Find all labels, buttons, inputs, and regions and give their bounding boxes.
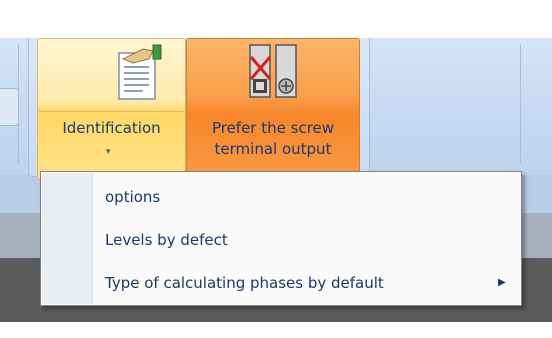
bottom-strip [0, 322, 552, 338]
screw-terminal-label-line1: Prefer the screw [211, 119, 335, 137]
submenu-arrow-icon: ▶ [498, 277, 506, 288]
title-strip [0, 0, 552, 38]
identification-label: Identification [62, 119, 161, 137]
screw-terminal-icon [249, 44, 297, 98]
menu-item-label: options [105, 188, 161, 206]
menu-item-label: Type of calculating phases by default [105, 274, 384, 292]
menu-item-options[interactable]: options [93, 182, 519, 212]
ribbon-left-group-edge[interactable] [0, 88, 19, 126]
menu-item-type-of-calculating-phases[interactable]: Type of calculating phases by default ▶ [93, 268, 519, 298]
document-hand-icon [118, 44, 162, 100]
screw-terminal-label-line2: terminal output [214, 140, 332, 158]
menu-item-levels-by-defect[interactable]: Levels by defect [93, 225, 519, 255]
ribbon-separator-right [520, 44, 521, 164]
identification-button[interactable]: Identification ▾ [37, 38, 186, 180]
split-divider [39, 111, 184, 112]
menu-item-label: Levels by defect [105, 231, 228, 249]
chevron-down-icon[interactable]: ▾ [106, 147, 111, 157]
menu-icon-gutter [42, 173, 93, 304]
prefer-screw-terminal-button[interactable]: Prefer the screw terminal output [186, 38, 360, 180]
identification-dropdown-menu: options Levels by defect Type of calcula… [40, 171, 522, 306]
ribbon-separator-left [18, 44, 19, 164]
